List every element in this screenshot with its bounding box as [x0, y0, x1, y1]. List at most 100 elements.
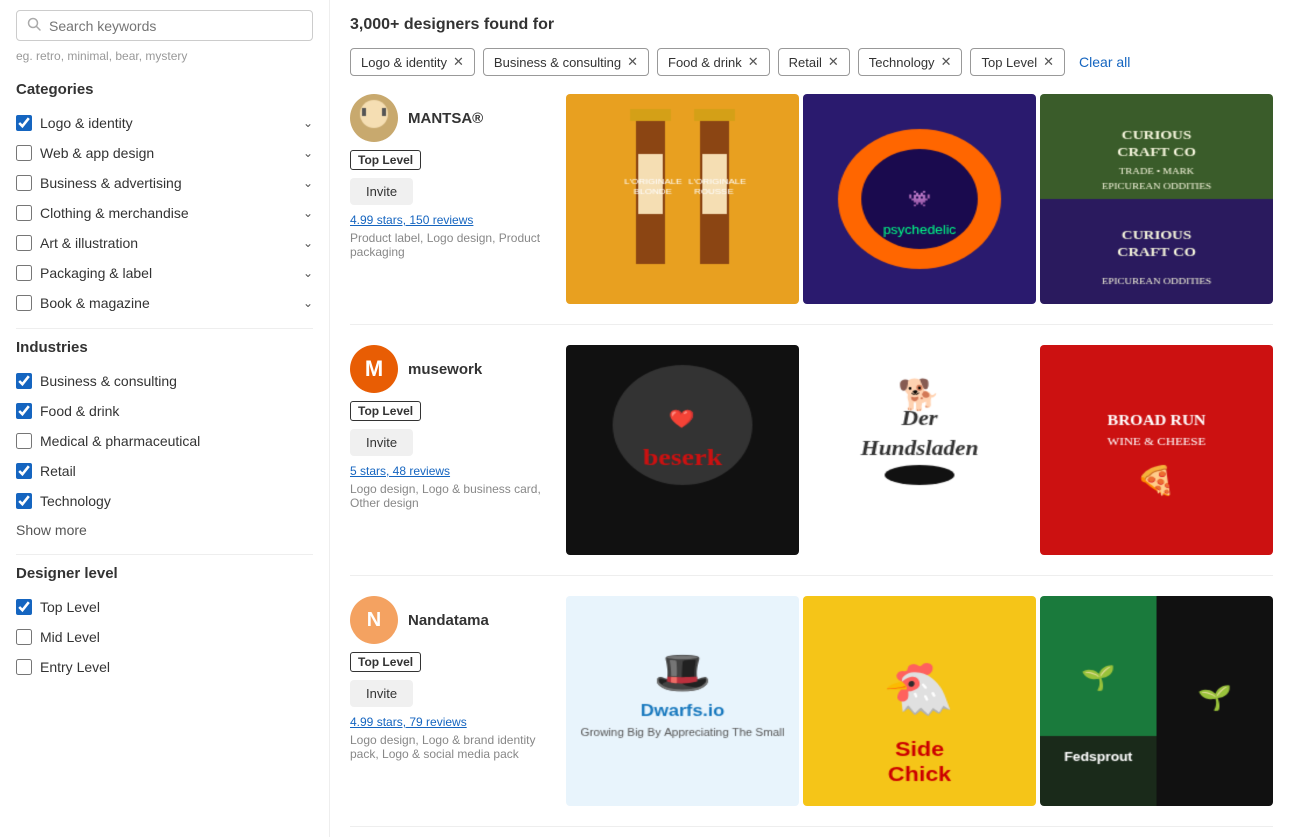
- designer-name: musework: [408, 361, 482, 378]
- filter-tag-food-drink-tag[interactable]: Food & drink✕: [657, 48, 770, 76]
- designer-meta: Mmusework: [350, 345, 550, 393]
- categories-title: Categories: [16, 81, 313, 98]
- label-logo-identity: Logo & identity: [40, 115, 133, 131]
- filter-tag-top-level-tag[interactable]: Top Level✕: [970, 48, 1065, 76]
- remove-tag-button[interactable]: ✕: [748, 54, 759, 70]
- chevron-icon: ⌄: [303, 176, 313, 190]
- levels-list: Top Level Mid Level Entry Level: [16, 592, 313, 682]
- portfolio-image-2[interactable]: [1040, 94, 1273, 304]
- filter-tag-technology-tag[interactable]: Technology ✕: [858, 48, 963, 76]
- portfolio-image-1[interactable]: [803, 94, 1036, 304]
- rating-link[interactable]: 4.99 stars, 150 reviews: [350, 213, 473, 227]
- invite-button[interactable]: Invite: [350, 178, 413, 205]
- designer-tags: Logo design, Logo & business card, Other…: [350, 482, 550, 510]
- industries-list: Business & consulting Food & drink Medic…: [16, 366, 313, 516]
- industry-item-technology[interactable]: Technology: [16, 486, 313, 516]
- filter-tag-logo-identity-tag[interactable]: Logo & identity✕: [350, 48, 475, 76]
- designer-name: Nandatama: [408, 612, 489, 629]
- results-count: 3,000+: [350, 16, 399, 33]
- level-item-top-level[interactable]: Top Level: [16, 592, 313, 622]
- checkbox-retail[interactable]: [16, 463, 32, 479]
- level-item-entry-level[interactable]: Entry Level: [16, 652, 313, 682]
- checkbox-business-consulting[interactable]: [16, 373, 32, 389]
- chevron-icon: ⌄: [303, 266, 313, 280]
- filter-tag-business-consulting-tag[interactable]: Business & consulting✕: [483, 48, 649, 76]
- portfolio-image-0[interactable]: [566, 94, 799, 304]
- checkbox-mid-level[interactable]: [16, 629, 32, 645]
- remove-tag-button[interactable]: ✕: [1043, 54, 1054, 70]
- avatar[interactable]: N: [350, 596, 398, 644]
- search-input[interactable]: [49, 18, 302, 34]
- portfolio-image-1[interactable]: [803, 345, 1036, 555]
- category-item-packaging-label[interactable]: Packaging & label ⌄: [16, 258, 313, 288]
- rating-link[interactable]: 4.99 stars, 79 reviews: [350, 715, 467, 729]
- designer-meta: N Nandatama: [350, 596, 550, 644]
- portfolio-image-0[interactable]: [566, 345, 799, 555]
- designer-level-title: Designer level: [16, 565, 313, 582]
- category-item-art-illustration[interactable]: Art & illustration ⌄: [16, 228, 313, 258]
- industry-item-business-consulting[interactable]: Business & consulting: [16, 366, 313, 396]
- level-badge: Top Level: [350, 150, 421, 170]
- invite-button[interactable]: Invite: [350, 429, 413, 456]
- checkbox-entry-level[interactable]: [16, 659, 32, 675]
- remove-tag-button[interactable]: ✕: [453, 54, 464, 70]
- label-food-drink: Food & drink: [40, 403, 119, 419]
- results-text-2: designers found for: [404, 16, 554, 33]
- level-badge: Top Level: [350, 401, 421, 421]
- remove-tag-button[interactable]: ✕: [828, 54, 839, 70]
- clear-all-button[interactable]: Clear all: [1079, 54, 1130, 70]
- label-book-magazine: Book & magazine: [40, 295, 150, 311]
- category-item-book-magazine[interactable]: Book & magazine ⌄: [16, 288, 313, 318]
- portfolio-image-2[interactable]: [1040, 345, 1273, 555]
- checkbox-medical-pharmaceutical[interactable]: [16, 433, 32, 449]
- search-hint: eg. retro, minimal, bear, mystery: [16, 49, 313, 63]
- level-item-mid-level[interactable]: Mid Level: [16, 622, 313, 652]
- rating-link[interactable]: 5 stars, 48 reviews: [350, 464, 450, 478]
- checkbox-book-magazine[interactable]: [16, 295, 32, 311]
- portfolio-image-1[interactable]: [803, 596, 1036, 806]
- checkbox-clothing-merchandise[interactable]: [16, 205, 32, 221]
- avatar[interactable]: M: [350, 345, 398, 393]
- chevron-icon: ⌄: [303, 236, 313, 250]
- invite-button[interactable]: Invite: [350, 680, 413, 707]
- avatar[interactable]: [350, 94, 398, 142]
- search-box[interactable]: [16, 10, 313, 41]
- label-clothing-merchandise: Clothing & merchandise: [40, 205, 189, 221]
- category-item-clothing-merchandise[interactable]: Clothing & merchandise ⌄: [16, 198, 313, 228]
- designer-card-musework: Mmusework Top Level Invite 5 stars, 48 revi…: [350, 345, 1273, 576]
- checkbox-food-drink[interactable]: [16, 403, 32, 419]
- checkbox-packaging-label[interactable]: [16, 265, 32, 281]
- checkbox-web-app-design[interactable]: [16, 145, 32, 161]
- industry-item-food-drink[interactable]: Food & drink: [16, 396, 313, 426]
- filter-tag-label: Technology: [869, 55, 935, 70]
- categories-list: Logo & identity ⌄ Web & app design ⌄ Bus…: [16, 108, 313, 318]
- checkbox-logo-identity[interactable]: [16, 115, 32, 131]
- filter-tags-row: Logo & identity✕ Business & consulting✕ Fo…: [350, 48, 1273, 76]
- designer-info-nandatama: NNandatamaTop LevelInvite4.99 stars, 79 …: [350, 596, 550, 806]
- checkbox-art-illustration[interactable]: [16, 235, 32, 251]
- main-content: 3,000+ designers found for Logo & identi…: [330, 0, 1293, 837]
- chevron-icon: ⌄: [303, 206, 313, 220]
- chevron-icon: ⌄: [303, 146, 313, 160]
- show-more-button[interactable]: Show more: [16, 516, 87, 544]
- remove-tag-button[interactable]: ✕: [941, 54, 952, 70]
- checkbox-top-level[interactable]: [16, 599, 32, 615]
- category-item-web-app-design[interactable]: Web & app design ⌄: [16, 138, 313, 168]
- portfolio-image-0[interactable]: [566, 596, 799, 806]
- filter-tag-retail-tag[interactable]: Retail✕: [778, 48, 850, 76]
- search-icon: [27, 17, 41, 34]
- industry-item-retail[interactable]: Retail: [16, 456, 313, 486]
- industry-item-medical-pharmaceutical[interactable]: Medical & pharmaceutical: [16, 426, 313, 456]
- label-packaging-label: Packaging & label: [40, 265, 152, 281]
- category-item-logo-identity[interactable]: Logo & identity ⌄: [16, 108, 313, 138]
- remove-tag-button[interactable]: ✕: [627, 54, 638, 70]
- checkbox-business-advertising[interactable]: [16, 175, 32, 191]
- checkbox-technology[interactable]: [16, 493, 32, 509]
- designer-meta: MANTSA®: [350, 94, 550, 142]
- industries-title: Industries: [16, 339, 313, 356]
- category-item-business-advertising[interactable]: Business & advertising ⌄: [16, 168, 313, 198]
- designer-tags: Logo design, Logo & brand identity pack,…: [350, 733, 550, 761]
- portfolio-mantsa: [566, 94, 1273, 304]
- designer-rating: 5 stars, 48 reviews: [350, 464, 550, 478]
- portfolio-image-2[interactable]: [1040, 596, 1273, 806]
